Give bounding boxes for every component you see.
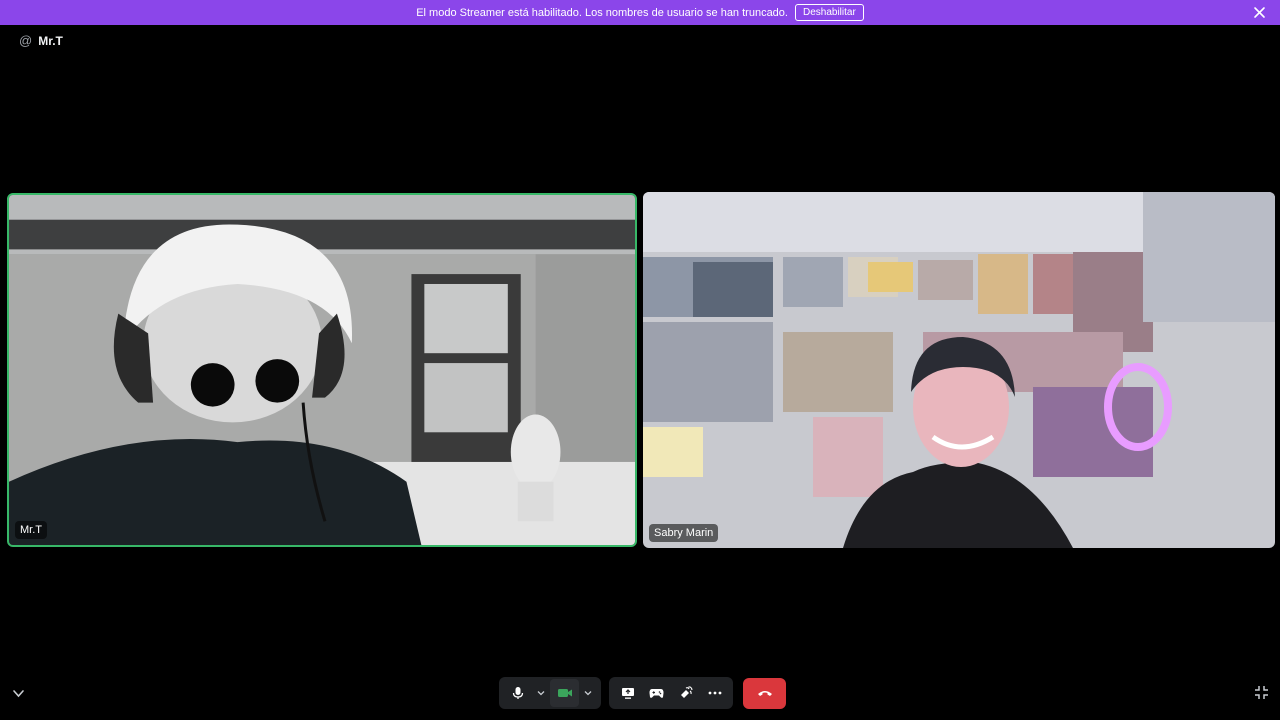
disable-streamer-mode-button[interactable]: Deshabilitar [794, 4, 864, 21]
activities-button[interactable] [642, 679, 671, 707]
hang-up-icon [757, 691, 772, 696]
share-screen-button[interactable] [613, 679, 642, 707]
disconnect-button[interactable] [743, 677, 786, 709]
audio-video-group [499, 677, 601, 709]
microphone-icon [512, 687, 523, 699]
chevron-down-icon[interactable] [12, 687, 25, 700]
video-feed-mr-t [9, 195, 635, 545]
video-options-button[interactable] [579, 679, 597, 707]
channel-name: Mr.T [38, 33, 63, 48]
soundboard-icon [680, 686, 693, 698]
participant-name-tag: Mr.T [15, 521, 47, 539]
more-options-button[interactable] [700, 679, 729, 707]
banner-text: El modo Streamer está habilitado. Los no… [416, 6, 788, 19]
streamer-mode-banner: El modo Streamer está habilitado. Los no… [0, 0, 1280, 25]
more-icon [708, 691, 721, 695]
exit-fullscreen-icon[interactable] [1254, 685, 1269, 700]
chevron-down-icon [537, 691, 545, 696]
at-icon: @ [19, 33, 33, 48]
activity-group [609, 677, 733, 709]
channel-header: @ Mr.T [19, 33, 63, 48]
video-feed-sabry-marin [643, 192, 1275, 548]
participant-tile-mr-t[interactable]: Mr.T [7, 193, 637, 547]
gamepad-icon [649, 689, 664, 698]
close-icon[interactable] [1253, 6, 1266, 19]
participant-tile-sabry-marin[interactable]: Sabry Marin [643, 192, 1275, 548]
soundboard-button[interactable] [671, 679, 700, 707]
participant-name-tag: Sabry Marin [649, 524, 719, 542]
mute-button[interactable] [503, 679, 532, 707]
camera-icon [557, 689, 572, 697]
chevron-down-icon [584, 691, 592, 696]
screen-share-icon [621, 688, 634, 699]
call-controls [499, 677, 786, 709]
camera-button[interactable] [550, 679, 579, 707]
audio-options-button[interactable] [532, 679, 550, 707]
